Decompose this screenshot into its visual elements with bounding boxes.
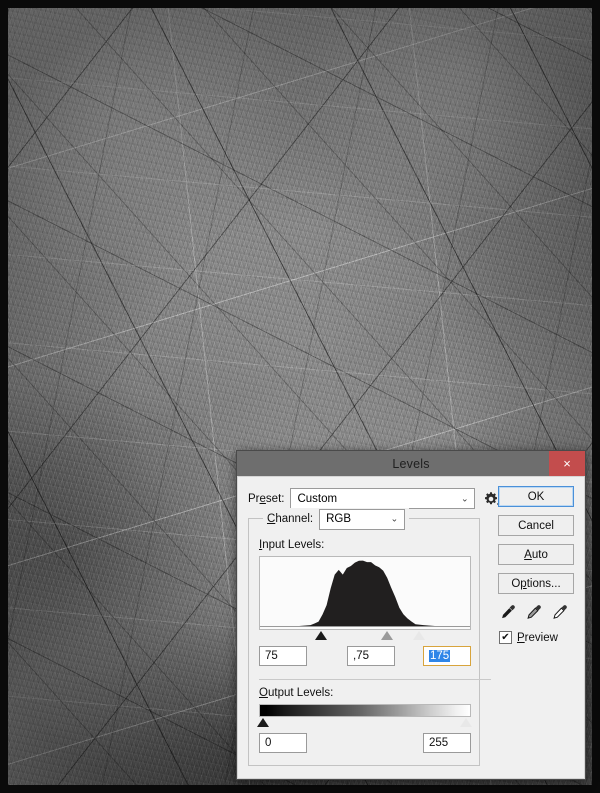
output-levels-label: Output Levels: (259, 687, 334, 699)
output-divider (259, 679, 491, 680)
input-shadow-slider-handle[interactable] (315, 631, 327, 640)
output-white-value: 255 (429, 737, 449, 749)
ok-button[interactable]: OK (498, 486, 574, 507)
output-levels-gradient-bar (259, 704, 471, 717)
levels-dialog: Levels × Preset: Custom ⌄ Channel: RGB ⌄… (236, 450, 586, 780)
histogram-plot (261, 560, 469, 628)
dialog-title: Levels (392, 456, 430, 471)
preset-dropdown[interactable]: Custom ⌄ (290, 488, 476, 509)
input-levels-label: Input Levels: (259, 539, 325, 551)
histogram-baseline (260, 626, 470, 627)
input-shadow-value: 75 (265, 650, 278, 662)
dialog-titlebar[interactable]: Levels × (237, 451, 585, 477)
cancel-button[interactable]: Cancel (498, 515, 574, 536)
input-levels-histogram (259, 556, 471, 630)
preview-label: Preview (517, 631, 558, 644)
input-highlight-slider-handle[interactable] (413, 631, 425, 640)
output-white-slider-handle[interactable] (460, 718, 472, 727)
output-black-slider-handle[interactable] (257, 718, 269, 727)
input-midtone-slider-handle[interactable] (381, 631, 393, 640)
close-icon[interactable]: × (549, 451, 585, 476)
input-highlight-field[interactable]: 175 (423, 646, 471, 666)
output-black-field[interactable]: 0 (259, 733, 307, 753)
dialog-button-column: OK Cancel Auto Options... ✔ Preview (498, 486, 574, 644)
channel-row: Channel: RGB ⌄ (263, 508, 410, 530)
preset-label: Preset: (248, 492, 285, 505)
preview-checkbox[interactable]: ✔ (499, 631, 512, 644)
set-black-point-eyedropper[interactable] (500, 604, 516, 622)
set-gray-point-eyedropper[interactable] (526, 604, 542, 622)
output-levels-section: Output Levels: 0 255 (257, 679, 491, 753)
preview-row[interactable]: ✔ Preview (499, 631, 574, 644)
chevron-down-icon: ⌄ (390, 513, 399, 524)
channel-label: Channel: (267, 513, 314, 525)
channel-value: RGB (326, 513, 352, 525)
output-white-field[interactable]: 255 (423, 733, 471, 753)
output-levels-fields: 0 255 (259, 733, 471, 753)
dialog-body: Preset: Custom ⌄ Channel: RGB ⌄ Input Le… (237, 476, 585, 779)
options-button[interactable]: Options... (498, 573, 574, 594)
input-levels-fields: 75 ,75 175 (259, 646, 471, 666)
input-highlight-value: 175 (429, 650, 451, 662)
auto-button[interactable]: Auto (498, 544, 574, 565)
levels-group-box: Channel: RGB ⌄ Input Levels: 75 ,75 175 … (248, 508, 491, 766)
input-shadow-field[interactable]: 75 (259, 646, 307, 666)
channel-dropdown[interactable]: RGB ⌄ (319, 508, 406, 530)
screenshot-root: Levels × Preset: Custom ⌄ Channel: RGB ⌄… (0, 0, 600, 793)
preset-value: Custom (297, 492, 338, 505)
input-midtone-field[interactable]: ,75 (347, 646, 395, 666)
set-white-point-eyedropper[interactable] (552, 604, 568, 622)
input-levels-slider (259, 630, 471, 643)
input-midtone-value: ,75 (353, 650, 369, 662)
chevron-down-icon: ⌄ (460, 493, 469, 503)
output-black-value: 0 (265, 737, 272, 749)
output-levels-slider (257, 717, 472, 730)
eyedropper-group (500, 604, 574, 622)
